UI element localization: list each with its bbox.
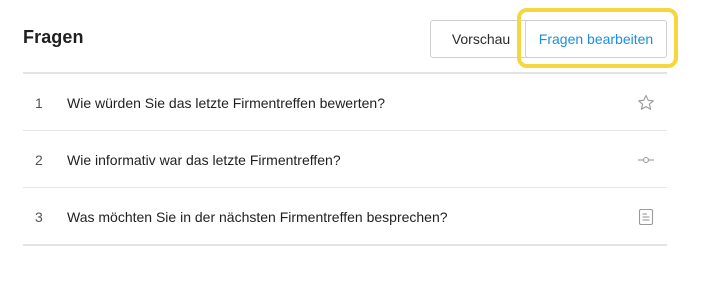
page-title: Fragen bbox=[23, 27, 84, 47]
question-text: Wie informativ war das letzte Firmentref… bbox=[67, 152, 341, 168]
edit-questions-button[interactable]: Fragen bearbeiten bbox=[525, 20, 667, 58]
question-text: Was möchten Sie in der nächsten Firmentr… bbox=[67, 209, 448, 225]
question-number: 3 bbox=[35, 209, 43, 225]
question-row-2[interactable]: 2 Wie informativ war das letzte Firmentr… bbox=[23, 131, 667, 188]
slider-scale-icon bbox=[637, 151, 655, 169]
text-answer-icon bbox=[637, 208, 655, 226]
question-number: 1 bbox=[35, 95, 43, 111]
questions-panel: Fragen Vorschau Fragen bearbeiten 1 Wie … bbox=[23, 0, 678, 246]
star-icon bbox=[637, 94, 655, 112]
question-number: 2 bbox=[35, 152, 43, 168]
panel-header: Fragen Vorschau Fragen bearbeiten bbox=[23, 0, 678, 74]
question-row-1[interactable]: 1 Wie würden Sie das letzte Firmentreffe… bbox=[23, 74, 667, 131]
question-text: Wie würden Sie das letzte Firmentreffen … bbox=[67, 95, 386, 111]
preview-button[interactable]: Vorschau bbox=[430, 20, 532, 58]
question-row-3[interactable]: 3 Was möchten Sie in der nächsten Firmen… bbox=[23, 188, 667, 246]
